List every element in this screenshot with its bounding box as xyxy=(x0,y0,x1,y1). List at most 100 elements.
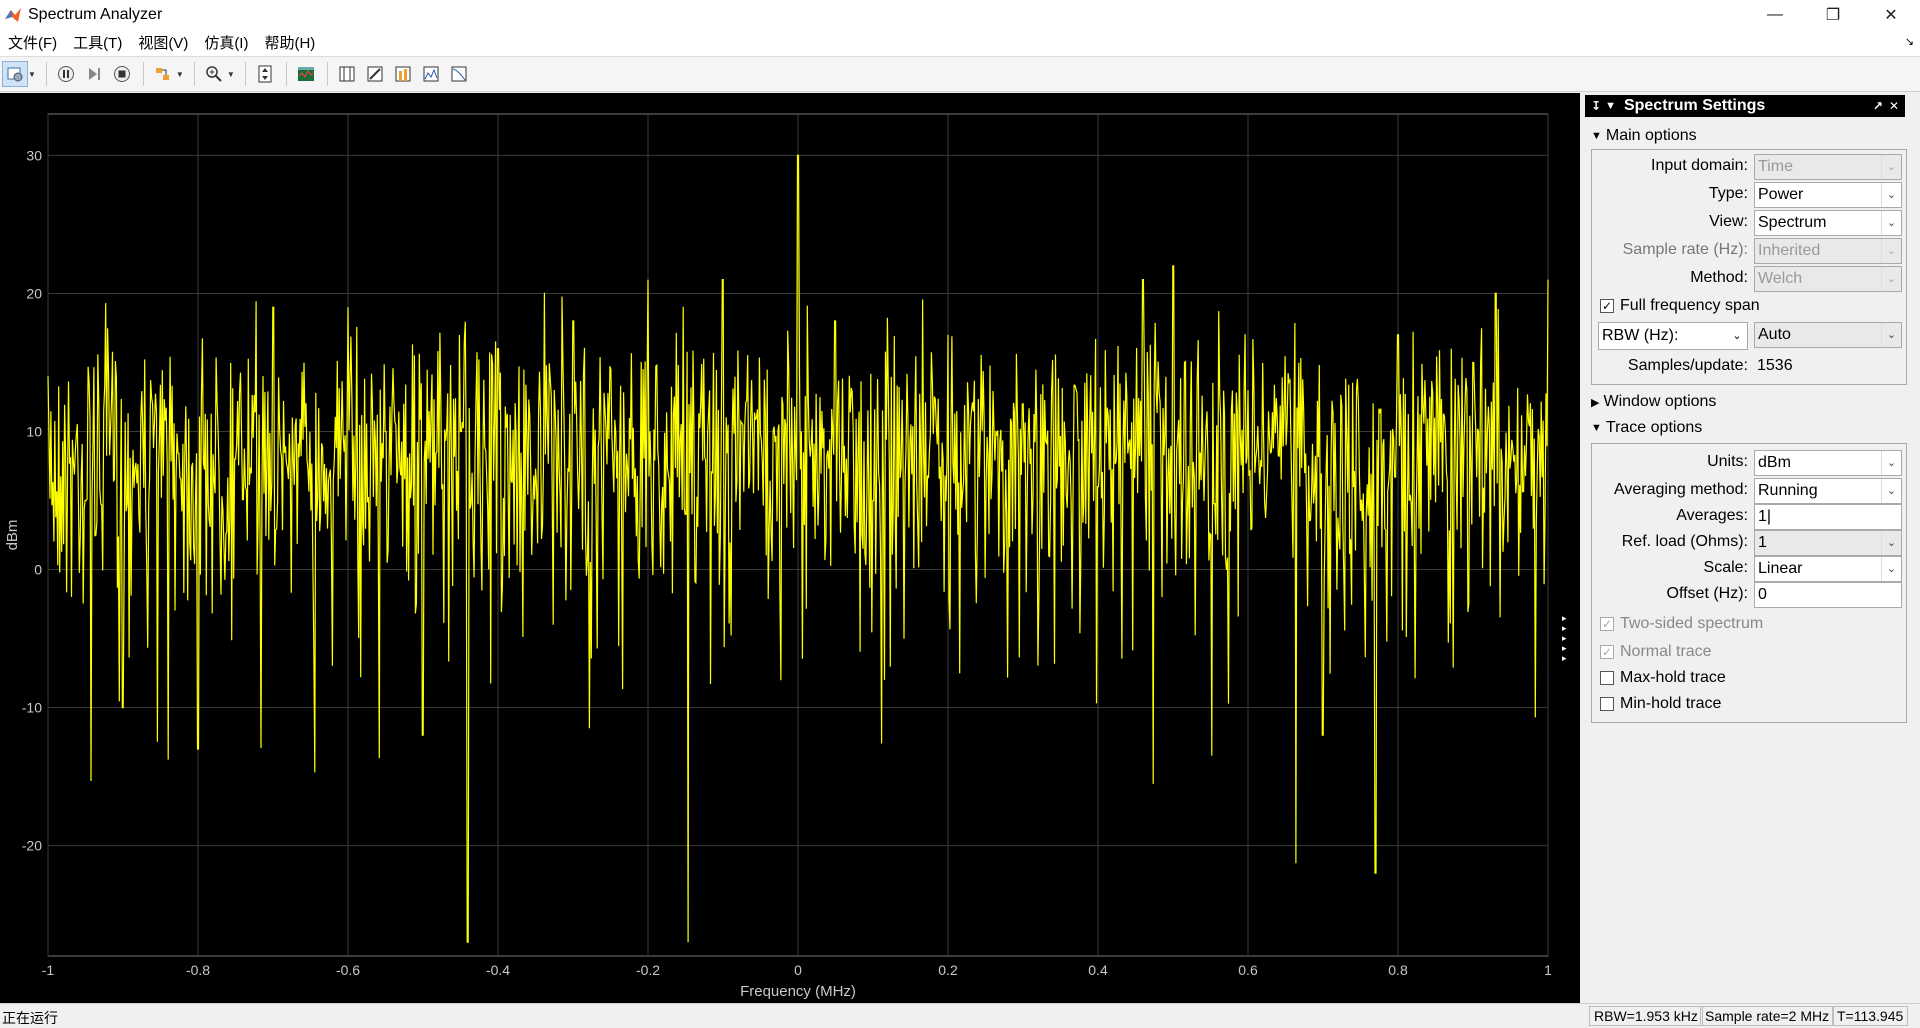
rbw-status: RBW=1.953 kHz xyxy=(1589,1006,1703,1026)
chevron-down-icon: ⌄ xyxy=(1881,323,1901,347)
sample-rate-select: Inherited ⌄ xyxy=(1754,238,1902,264)
main-options-group: Input domain: Time ⌄ Type: Power ⌄ View: S… xyxy=(1591,149,1907,385)
stop-icon[interactable] xyxy=(109,61,135,87)
ref-load-label: Ref. load (Ohms): xyxy=(1621,533,1748,550)
x-axis-label: Frequency (MHz) xyxy=(740,983,856,1000)
main-options-header[interactable]: ▼ Main options xyxy=(1591,127,1697,145)
toolbar-separator xyxy=(45,62,47,86)
rbw-value-select[interactable]: Auto ⌄ xyxy=(1754,322,1902,348)
x-tick-label: 1 xyxy=(1544,962,1552,978)
units-row: Units: dBm ⌄ xyxy=(1592,450,1908,476)
chevron-down-icon: ⌄ xyxy=(1881,239,1901,263)
minimize-button[interactable]: — xyxy=(1746,0,1804,29)
type-select[interactable]: Power ⌄ xyxy=(1754,182,1902,208)
normal-trace-checkbox: ✓ Normal trace xyxy=(1600,643,1712,660)
undock-icon[interactable]: ↘ xyxy=(1905,35,1914,48)
pin-icon[interactable]: ↧ xyxy=(1591,99,1601,113)
spectrum-settings-icon[interactable] xyxy=(293,61,319,87)
rbw-select[interactable]: RBW (Hz): ⌄ xyxy=(1598,322,1748,350)
chevron-down-icon: ⌄ xyxy=(1881,479,1901,503)
averaging-method-label: Averaging method: xyxy=(1613,481,1748,498)
x-tick-label: 0.8 xyxy=(1388,962,1408,978)
sample-rate-label: Sample rate (Hz): xyxy=(1622,241,1748,258)
samples-update-label: Samples/update: xyxy=(1627,357,1748,374)
collapse-panel-icon[interactable]: ▸ ▸ ▸ ▸ ▸ xyxy=(1562,613,1574,663)
checkbox-icon[interactable] xyxy=(1600,671,1614,685)
zoom-dropdown-icon[interactable]: ▼ xyxy=(227,70,235,79)
method-label: Method: xyxy=(1690,269,1748,286)
step-forward-icon[interactable] xyxy=(81,61,107,87)
ccdf-icon[interactable] xyxy=(446,61,472,87)
expand-triangle-icon: ▶ xyxy=(1591,396,1600,409)
channel-measurements-icon[interactable] xyxy=(362,61,388,87)
expand-triangle-icon: ▼ xyxy=(1591,422,1602,434)
full-frequency-span-checkbox[interactable]: ✓ Full frequency span xyxy=(1600,296,1760,316)
x-tick-label: -0.6 xyxy=(336,962,360,978)
peak-finder-icon[interactable] xyxy=(418,61,444,87)
averages-input[interactable]: 1| xyxy=(1754,504,1902,530)
offset-label: Offset (Hz): xyxy=(1666,585,1749,602)
panel-title: Spectrum Settings xyxy=(1623,97,1766,114)
sample-rate-status: Sample rate=2 MHz xyxy=(1700,1006,1835,1026)
highlight-simulink-icon[interactable] xyxy=(150,61,176,87)
undock-panel-icon[interactable]: ↗ xyxy=(1873,99,1883,113)
input-domain-row: Input domain: Time ⌄ xyxy=(1592,154,1908,180)
max-hold-trace-checkbox[interactable]: Max-hold trace xyxy=(1600,668,1726,688)
restore-button[interactable]: ❐ xyxy=(1804,0,1862,29)
chevron-down-icon: ⌄ xyxy=(1881,451,1901,475)
menu-bar: 文件(F) 工具(T) 视图(V) 仿真(I) 帮助(H) ↘ xyxy=(0,29,1920,56)
offset-row: Offset (Hz): 0 xyxy=(1592,582,1908,608)
menu-file[interactable]: 文件(F) xyxy=(2,32,63,53)
scale-select[interactable]: Linear ⌄ xyxy=(1754,556,1902,582)
settings-icon[interactable] xyxy=(2,61,28,87)
x-tick-label: -0.8 xyxy=(186,962,210,978)
zoom-in-icon[interactable] xyxy=(201,61,227,87)
toolbar-separator xyxy=(244,62,246,86)
menu-tools[interactable]: 工具(T) xyxy=(67,32,128,53)
trace-options-header[interactable]: ▼ Trace options xyxy=(1591,419,1702,437)
checkbox-icon[interactable] xyxy=(1600,697,1614,711)
units-select[interactable]: dBm ⌄ xyxy=(1754,450,1902,476)
ref-load-row: Ref. load (Ohms): 1 ⌄ xyxy=(1592,530,1908,556)
highlight-dropdown-icon[interactable]: ▼ xyxy=(176,70,184,79)
plot-area[interactable]: -1 -0.8 -0.6 -0.4 -0.2 0 0.2 0.4 0.6 0.8 1 30 20 10 0 -… xyxy=(0,93,1580,1003)
x-tick-label: 0.2 xyxy=(938,962,958,978)
settings-dropdown-icon[interactable]: ▼ xyxy=(28,70,36,79)
method-select: Welch ⌄ xyxy=(1754,266,1902,292)
spectrum-plot[interactable]: -1 -0.8 -0.6 -0.4 -0.2 0 0.2 0.4 0.6 0.8 1 30 20 10 0 -… xyxy=(0,93,1580,1003)
averages-row: Averages: 1| xyxy=(1592,504,1908,530)
view-select[interactable]: Spectrum ⌄ xyxy=(1754,210,1902,236)
chevron-down-icon: ⌄ xyxy=(1881,155,1901,179)
menu-simulation[interactable]: 仿真(I) xyxy=(198,32,254,53)
toolbar-separator xyxy=(326,62,328,86)
averaging-method-select[interactable]: Running ⌄ xyxy=(1754,478,1902,504)
window-title: Spectrum Analyzer xyxy=(28,5,163,23)
offset-input[interactable]: 0 xyxy=(1754,582,1902,608)
collapse-triangle-icon[interactable]: ▼ xyxy=(1605,100,1616,112)
y-tick-label: 20 xyxy=(26,285,42,301)
panel-header: ↧ ▼ Spectrum Settings ↗ ✕ xyxy=(1585,95,1905,117)
min-hold-trace-checkbox[interactable]: Min-hold trace xyxy=(1600,694,1721,714)
checkmark-icon[interactable]: ✓ xyxy=(1600,299,1614,313)
matlab-logo-icon xyxy=(5,7,21,22)
time-status: T=113.945 xyxy=(1832,1006,1909,1026)
checkmark-icon: ✓ xyxy=(1600,645,1614,659)
pause-icon[interactable] xyxy=(53,61,79,87)
toolbar-separator xyxy=(142,62,144,86)
ref-load-select[interactable]: 1 ⌄ xyxy=(1754,530,1902,556)
window-options-header[interactable]: ▶ Window options xyxy=(1591,393,1716,411)
x-tick-label: -1 xyxy=(42,962,55,978)
expand-triangle-icon: ▼ xyxy=(1591,130,1602,142)
cursor-measurements-icon[interactable] xyxy=(334,61,360,87)
chevron-down-icon: ⌄ xyxy=(1881,267,1901,291)
toolbar-separator xyxy=(285,62,287,86)
scale-axes-icon[interactable] xyxy=(252,61,278,87)
menu-view[interactable]: 视图(V) xyxy=(132,32,194,53)
scale-label: Scale: xyxy=(1703,559,1748,576)
close-button[interactable]: ✕ xyxy=(1862,0,1920,29)
menu-help[interactable]: 帮助(H) xyxy=(258,32,321,53)
running-status: 正在运行 xyxy=(2,1010,58,1026)
close-panel-icon[interactable]: ✕ xyxy=(1889,99,1899,113)
distortion-measurements-icon[interactable] xyxy=(390,61,416,87)
view-label: View: xyxy=(1709,213,1748,230)
